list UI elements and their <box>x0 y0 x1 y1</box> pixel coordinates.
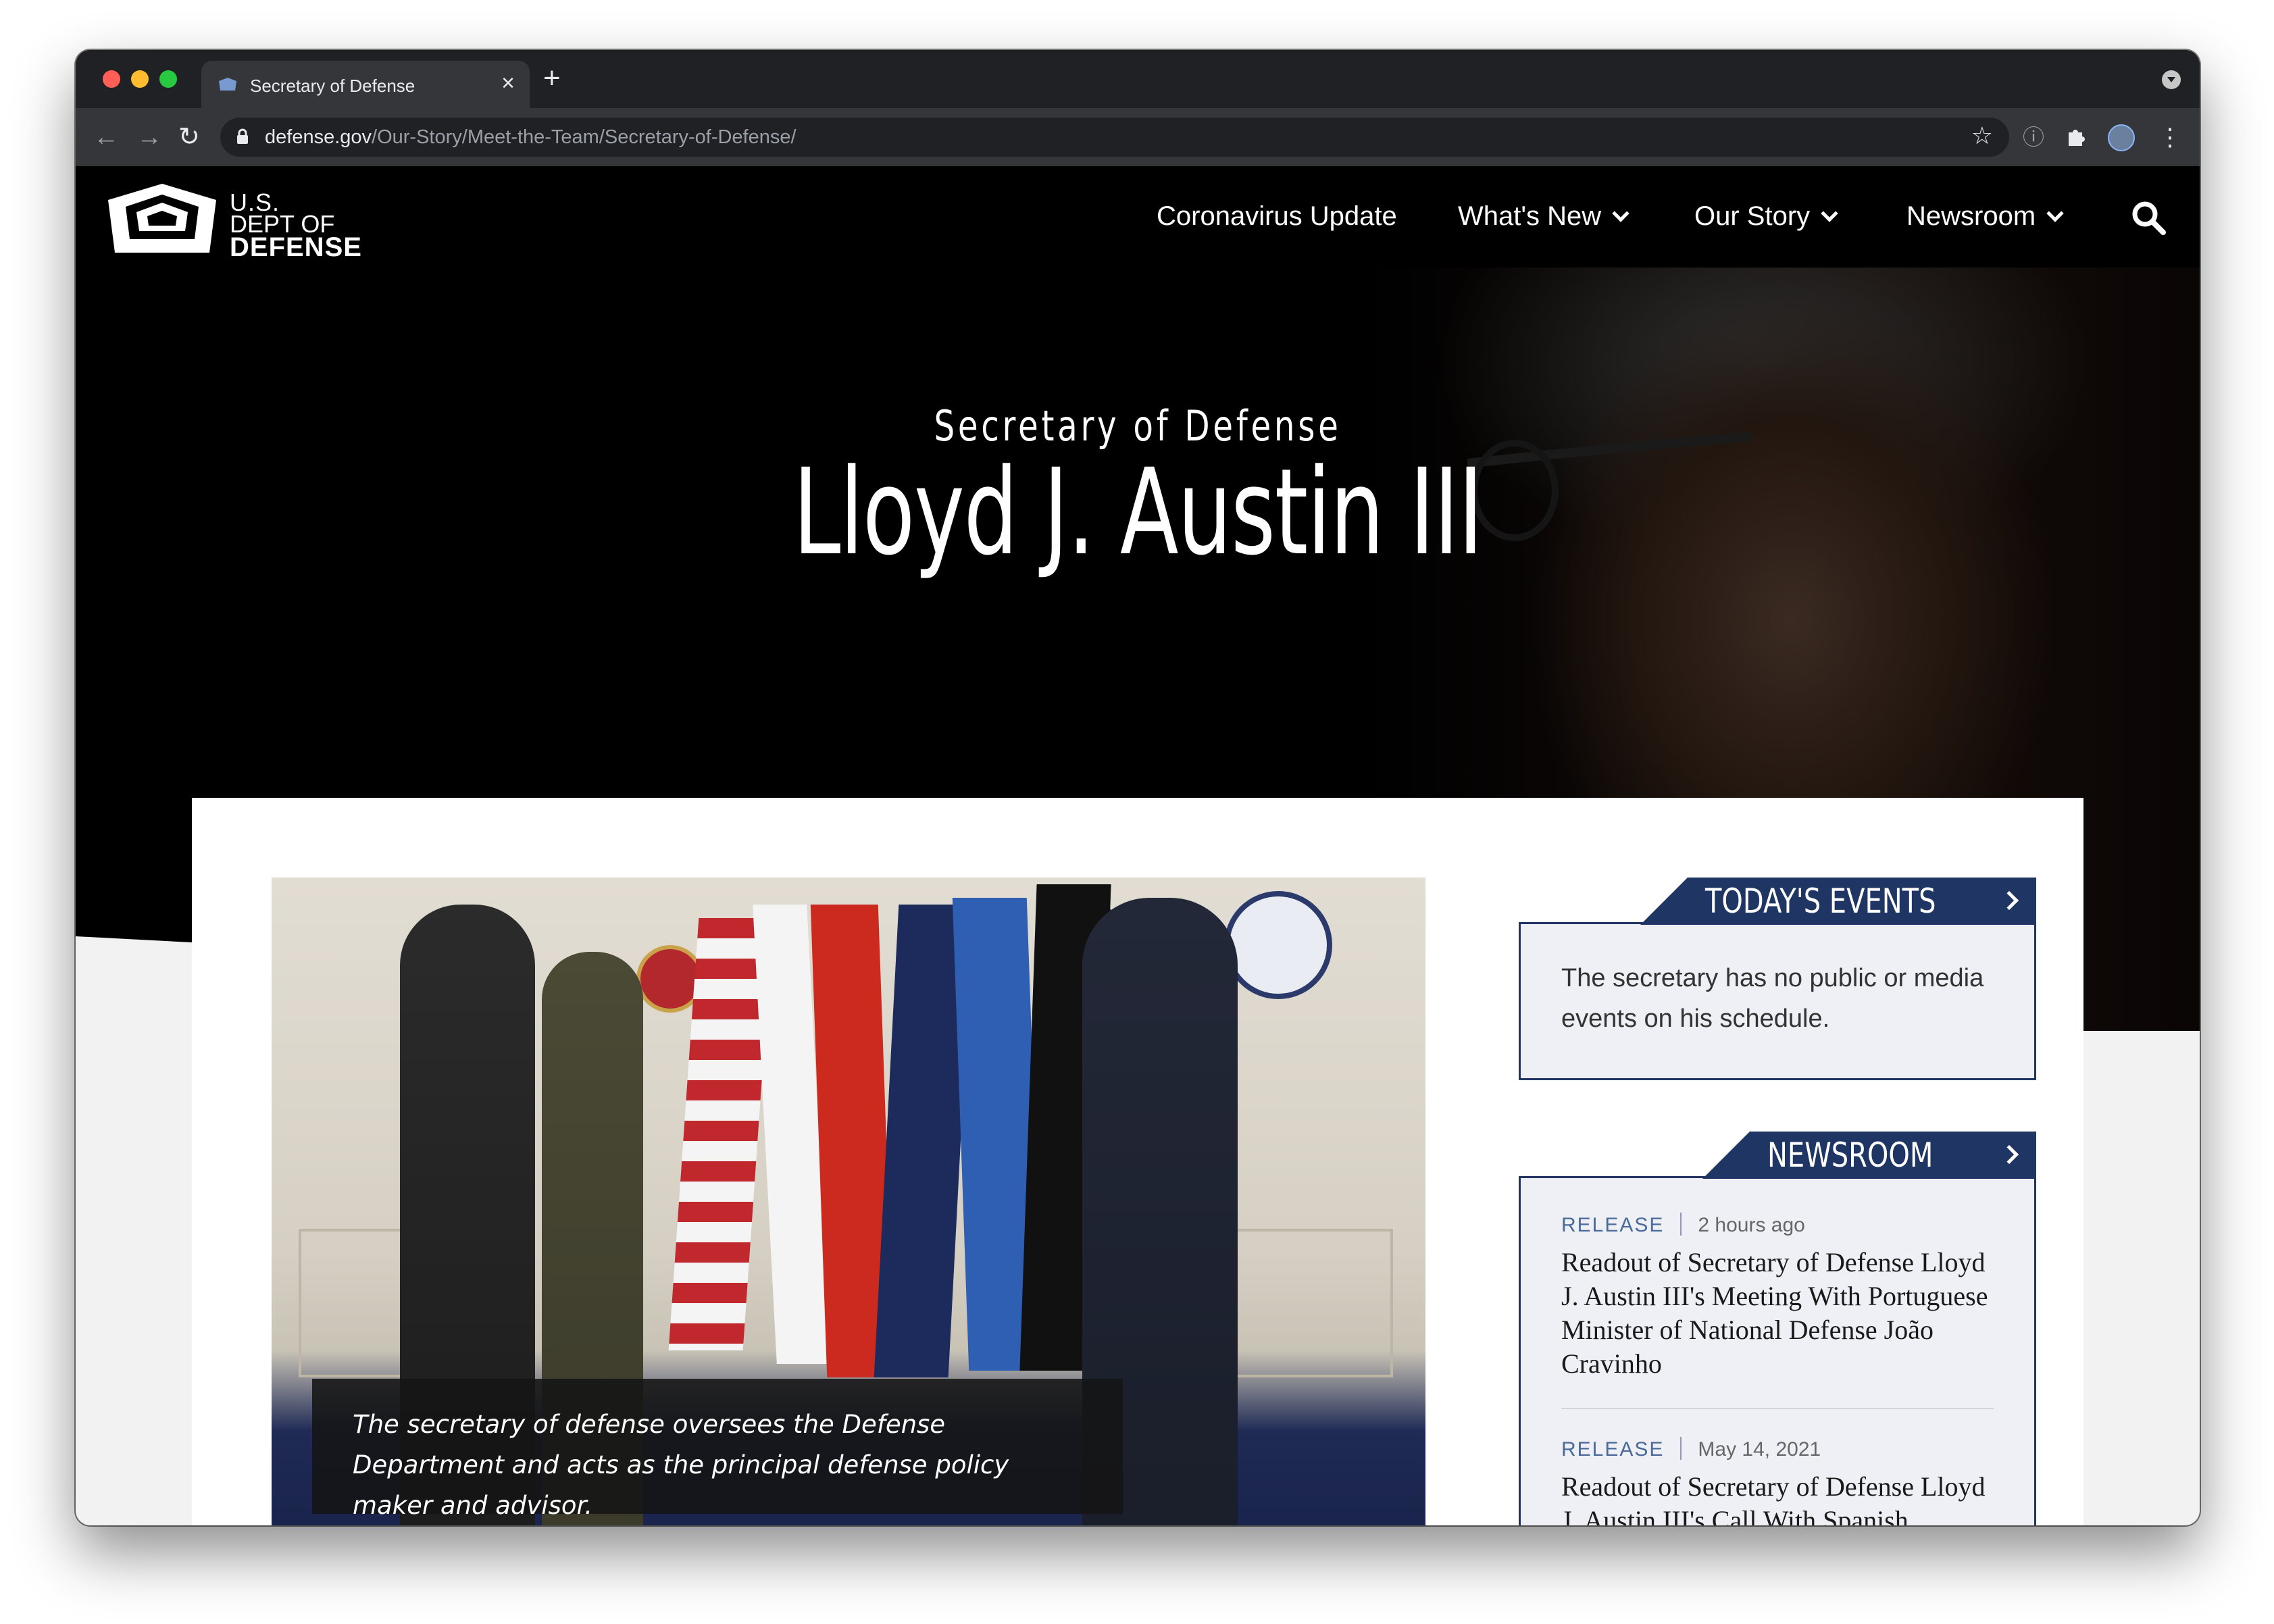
dod-logo[interactable]: U.S. DEPT OF DEFENSE <box>103 181 361 261</box>
photo-wall-panel <box>1217 1229 1393 1377</box>
url-host: defense.gov <box>265 126 372 148</box>
site-header: U.S. DEPT OF DEFENSE Coronavirus Update … <box>76 166 2200 268</box>
news-separator <box>1680 1437 1682 1460</box>
news-date: May 14, 2021 <box>1698 1438 1821 1461</box>
news-title[interactable]: Readout of Secretary of Defense Lloyd J.… <box>1561 1470 1994 1525</box>
browser-menu-icon[interactable]: ⋮ <box>2158 122 2182 153</box>
todays-events-link[interactable]: TODAY'S EVENTS <box>1640 878 2036 925</box>
events-text: The secretary has no public or media eve… <box>1561 964 1984 1033</box>
browser-tab[interactable]: Secretary of Defense × <box>201 61 530 108</box>
pentagon-logo-icon <box>108 184 216 253</box>
chevron-down-icon <box>1612 205 1629 222</box>
chevron-down-icon <box>2046 205 2064 222</box>
content-card: The secretary of defense oversees the De… <box>192 798 2083 1525</box>
profile-avatar[interactable] <box>2108 124 2135 151</box>
photo-caption: The secretary of defense oversees the De… <box>312 1379 1123 1520</box>
bookmark-star-icon[interactable]: ☆ <box>1971 122 1993 150</box>
nav-our-story[interactable]: Our Story <box>1694 196 1838 236</box>
news-item[interactable]: RELEASE 2 hours ago Readout of Secretary … <box>1561 1212 1994 1409</box>
caption-text: The secretary of defense oversees the De… <box>353 1410 1009 1520</box>
lock-icon <box>237 128 248 144</box>
tab-title: Secretary of Defense <box>250 76 415 96</box>
nav-label: Our Story <box>1694 201 1811 231</box>
back-arrow-icon[interactable]: ← <box>93 120 119 154</box>
extensions-puzzle-icon[interactable] <box>2066 126 2088 147</box>
news-date: 2 hours ago <box>1698 1214 1805 1236</box>
todays-events-box: The secretary has no public or media eve… <box>1519 922 2036 1080</box>
pentagon-favicon-icon <box>219 78 236 91</box>
browser-toolbar: ← → ↻ defense.gov/Our-Story/Meet-the-Tea… <box>76 108 2200 166</box>
hero-name: Lloyd J. Austin III <box>792 443 1484 582</box>
nav-newsroom[interactable]: Newsroom <box>1906 196 2064 236</box>
swearing-in-photo: The secretary of defense oversees the De… <box>272 878 1425 1525</box>
news-title[interactable]: Readout of Secretary of Defense Lloyd J.… <box>1561 1246 1994 1381</box>
url-path: /Our-Story/Meet-the-Team/Secretary-of-De… <box>372 126 797 148</box>
nav-label: What's New <box>1458 201 1602 231</box>
news-item[interactable]: RELEASE May 14, 2021 Readout of Secretary… <box>1561 1436 1994 1525</box>
seal-icon <box>1224 891 1332 999</box>
maximize-window-button[interactable] <box>159 70 177 88</box>
url-text: defense.gov/Our-Story/Meet-the-Team/Secr… <box>265 126 797 149</box>
nav-label: Coronavirus Update <box>1157 201 1397 231</box>
todays-events-title: TODAY'S EVENTS <box>1705 882 1936 921</box>
logo-line-defense: DEFENSE <box>230 232 362 262</box>
search-icon[interactable] <box>2131 200 2166 235</box>
new-tab-button[interactable]: + <box>543 64 561 93</box>
news-meta: RELEASE 2 hours ago <box>1561 1212 1994 1239</box>
chevron-down-icon <box>1821 205 1838 222</box>
nav-coronavirus-update[interactable]: Coronavirus Update <box>1157 196 1397 236</box>
tab-bar: Secretary of Defense × + <box>76 50 2200 108</box>
page-background-wedge <box>76 936 197 1525</box>
news-type: RELEASE <box>1561 1438 1665 1461</box>
page-background-wedge <box>2078 1031 2200 1525</box>
tab-close-icon[interactable]: × <box>501 72 515 95</box>
browser-window: Secretary of Defense × + ← → ↻ defense.g… <box>76 50 2200 1525</box>
close-window-button[interactable] <box>103 70 120 88</box>
news-type: RELEASE <box>1561 1214 1665 1236</box>
nav-label: Newsroom <box>1906 201 2036 231</box>
minimize-window-button[interactable] <box>131 70 149 88</box>
info-icon[interactable]: ⓘ <box>2023 122 2044 153</box>
chevron-right-icon <box>1999 890 2019 911</box>
news-meta: RELEASE May 14, 2021 <box>1561 1436 1994 1463</box>
newsroom-box: RELEASE 2 hours ago Readout of Secretary … <box>1519 1176 2036 1525</box>
nav-whats-new[interactable]: What's New <box>1458 196 1629 236</box>
news-separator <box>1680 1213 1682 1236</box>
address-bar[interactable]: defense.gov/Our-Story/Meet-the-Team/Secr… <box>220 118 2009 157</box>
reload-icon[interactable]: ↻ <box>178 120 200 154</box>
newsroom-title: NEWSROOM <box>1767 1136 1934 1175</box>
newsroom-widget: RELEASE 2 hours ago Readout of Secretary … <box>1519 1132 2036 1525</box>
newsroom-link[interactable]: NEWSROOM <box>1702 1132 2036 1179</box>
chevron-right-icon <box>1999 1144 2019 1165</box>
tab-search-icon[interactable] <box>2162 70 2181 89</box>
web-page: U.S. DEPT OF DEFENSE Coronavirus Update … <box>76 166 2200 1525</box>
todays-events-widget: The secretary has no public or media eve… <box>1519 878 2036 1080</box>
forward-arrow-icon[interactable]: → <box>136 120 162 154</box>
